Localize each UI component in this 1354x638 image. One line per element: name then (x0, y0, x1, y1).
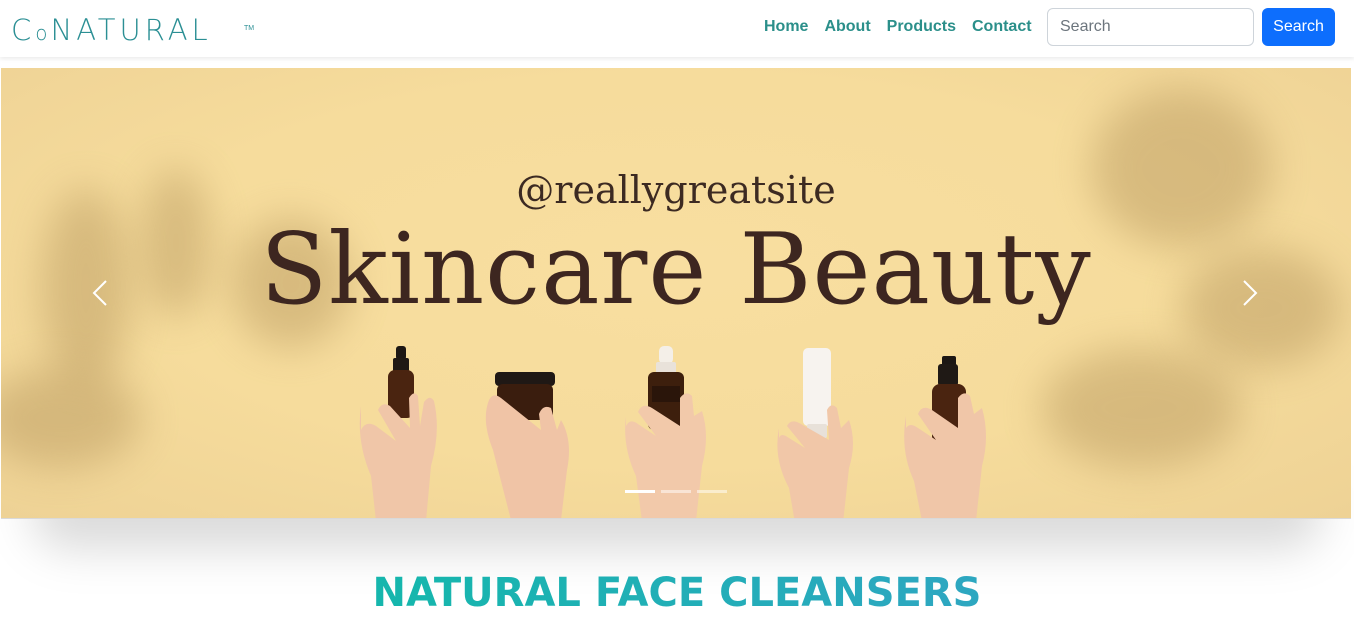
carousel-indicators (625, 490, 733, 493)
leaf-shadow (1, 368, 141, 468)
section-title: NATURAL FACE CLEANSERS (0, 570, 1354, 616)
leaf-shadow (1041, 348, 1241, 468)
carousel-prev-button[interactable] (81, 273, 121, 313)
carousel-next-button[interactable] (1229, 273, 1269, 313)
hand-with-white-dropper (625, 346, 706, 518)
nav-links: Home About Products Contact (764, 16, 1048, 38)
hero-carousel: @reallygreatsite Skincare Beauty (1, 68, 1351, 519)
chevron-right-icon (1243, 280, 1258, 306)
carousel-indicator-2[interactable] (661, 490, 691, 493)
chevron-left-icon (92, 280, 107, 306)
carousel-indicator-3[interactable] (697, 490, 727, 493)
hero-headline: Skincare Beauty (260, 213, 1092, 327)
hand-with-pump-bottle (904, 356, 986, 518)
hero-handle: @reallygreatsite (516, 168, 836, 212)
hand-with-tube (777, 348, 853, 518)
hand-with-dropper-bottle (359, 346, 437, 518)
navbar: CoNATURAL TM Home About Products Contact… (0, 0, 1354, 57)
nav-link-about[interactable]: About (824, 16, 870, 38)
hand-with-jar (485, 372, 569, 518)
nav-link-contact[interactable]: Contact (972, 16, 1032, 38)
search-input[interactable] (1047, 8, 1254, 46)
trademark-mark: TM (244, 25, 255, 32)
nav-link-home[interactable]: Home (764, 16, 808, 38)
nav-link-products[interactable]: Products (887, 16, 956, 38)
carousel-indicator-1[interactable] (625, 490, 655, 493)
search-button[interactable]: Search (1262, 8, 1335, 46)
brand-logo[interactable]: CoNATURAL TM (11, 14, 254, 46)
